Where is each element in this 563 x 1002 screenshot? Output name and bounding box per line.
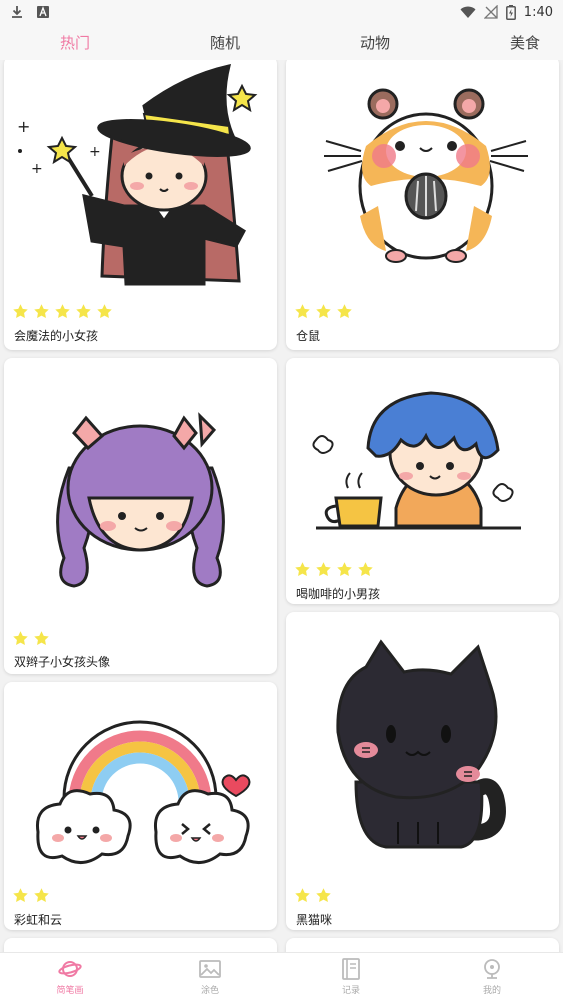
planet-icon <box>58 961 82 977</box>
star-icon <box>295 888 310 903</box>
card-title: 会魔法的小女孩 <box>14 329 99 343</box>
nav-label: 涂色 <box>200 986 219 996</box>
black-cat-drawing <box>336 639 506 849</box>
status-time: 1:40 <box>523 4 553 20</box>
picture-icon <box>199 960 221 978</box>
svg-text:+: + <box>89 144 101 160</box>
star-icon <box>76 304 91 319</box>
book-icon <box>342 958 360 980</box>
rating-stars <box>294 561 374 578</box>
tab-random[interactable]: 随机 <box>210 32 240 53</box>
no-signal-icon <box>483 5 498 19</box>
card-title: 双辫子小女孩头像 <box>14 655 111 669</box>
nav-label: 我的 <box>482 986 501 996</box>
star-icon <box>358 562 373 577</box>
witch-girl-drawing: + + + <box>17 64 258 286</box>
star-icon <box>295 304 310 319</box>
status-bar: 1:40 <box>0 0 563 24</box>
star-icon <box>316 562 331 577</box>
wifi-icon <box>460 6 476 18</box>
drawing-feed: + + + 会魔法的小女孩 仓鼠 双辫子小女孩头像 喝咖啡的小男孩 彩虹和云 黑… <box>0 60 563 952</box>
rainbow-clouds-drawing <box>35 720 251 864</box>
svg-text:+: + <box>31 161 43 177</box>
card-pigtail-girl[interactable]: 双辫子小女孩头像 <box>4 358 277 674</box>
nav-records[interactable]: 记录 <box>311 957 391 996</box>
tab-animals[interactable]: 动物 <box>360 32 390 53</box>
rating-stars <box>12 630 50 647</box>
hamster-drawing <box>324 88 528 263</box>
nav-sketch[interactable]: 简笔画 <box>30 957 110 996</box>
download-icon <box>12 6 22 18</box>
star-icon <box>34 888 49 903</box>
bottom-navigation: 简笔画 涂色 记录 我的 <box>0 952 563 1002</box>
star-icon <box>34 304 49 319</box>
star-icon <box>316 888 331 903</box>
pigtail-girl-drawing <box>56 412 225 588</box>
card-witch-girl[interactable]: + + + 会魔法的小女孩 <box>4 60 277 350</box>
rating-stars <box>12 303 113 320</box>
app-a-icon <box>37 6 49 18</box>
rating-stars <box>12 887 50 904</box>
card-next-left[interactable] <box>4 938 277 952</box>
profile-icon <box>484 959 500 979</box>
nav-profile[interactable]: 我的 <box>452 957 532 996</box>
star-icon <box>295 562 310 577</box>
rating-stars <box>294 303 353 320</box>
star-icon <box>316 304 331 319</box>
rating-stars <box>294 887 332 904</box>
star-icon <box>55 304 70 319</box>
nav-label: 记录 <box>341 986 360 996</box>
star-icon <box>13 631 28 646</box>
nav-label: 简笔画 <box>56 986 84 996</box>
card-title: 彩虹和云 <box>14 913 63 927</box>
card-title: 喝咖啡的小男孩 <box>296 587 381 601</box>
coffee-boy-drawing <box>312 391 521 530</box>
card-black-cat[interactable]: 黑猫咪 <box>286 612 559 930</box>
tab-hot[interactable]: 热门 <box>60 32 90 53</box>
star-icon <box>97 304 112 319</box>
nav-coloring[interactable]: 涂色 <box>170 957 250 996</box>
category-tabs: 热门 随机 动物 美食 <box>0 24 563 60</box>
battery-icon <box>505 4 516 20</box>
card-title: 黑猫咪 <box>296 913 333 927</box>
svg-text:+: + <box>17 117 30 136</box>
star-icon <box>13 888 28 903</box>
star-icon <box>337 562 352 577</box>
card-coffee-boy[interactable]: 喝咖啡的小男孩 <box>286 358 559 604</box>
tab-food[interactable]: 美食 <box>510 32 540 53</box>
card-hamster[interactable]: 仓鼠 <box>286 60 559 350</box>
star-icon <box>34 631 49 646</box>
star-icon <box>13 304 28 319</box>
card-title: 仓鼠 <box>296 329 321 343</box>
star-icon <box>337 304 352 319</box>
card-next-right[interactable] <box>286 938 559 952</box>
card-rainbow-clouds[interactable]: 彩虹和云 <box>4 682 277 930</box>
